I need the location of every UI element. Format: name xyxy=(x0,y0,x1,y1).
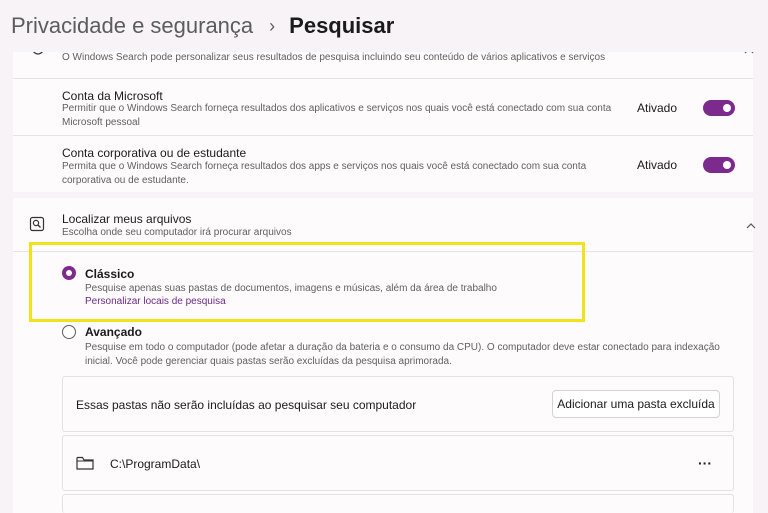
top-card-description: O Windows Search pode personalizar seus … xyxy=(62,52,606,63)
microsoft-account-toggle[interactable] xyxy=(703,100,735,116)
page-title: Pesquisar xyxy=(289,13,395,38)
breadcrumb: Privacidade e segurança › Pesquisar xyxy=(0,0,768,52)
folder-icon xyxy=(76,456,94,470)
breadcrumb-parent[interactable]: Privacidade e segurança xyxy=(11,13,253,39)
search-settings-icon xyxy=(29,216,45,232)
find-files-title: Localizar meus arquivos xyxy=(62,212,192,226)
work-account-state: Ativado xyxy=(637,158,678,172)
microsoft-account-state: Ativado xyxy=(637,101,678,115)
work-account-toggle[interactable] xyxy=(703,157,735,173)
advanced-desc-2: inicial. Você pode gerenciar quais pasta… xyxy=(85,356,452,367)
advanced-label[interactable]: Avançado xyxy=(85,325,142,339)
excluded-folder-row xyxy=(62,494,734,513)
work-account-desc-1: Permita que o Windows Search forneça res… xyxy=(62,161,587,172)
folder-path: C:\ProgramData\ xyxy=(110,457,201,471)
highlight-box xyxy=(29,242,585,322)
advanced-desc-1: Pesquise em todo o computador (pode afet… xyxy=(85,342,720,353)
work-account-title: Conta corporativa ou de estudante xyxy=(62,146,247,160)
microsoft-account-desc-1: Permitir que o Windows Search forneça re… xyxy=(62,103,612,114)
add-excluded-folder-button[interactable]: Adicionar uma pasta excluída xyxy=(552,390,720,418)
advanced-radio[interactable] xyxy=(62,325,76,339)
chevron-right-icon: › xyxy=(269,15,276,36)
more-icon[interactable]: ··· xyxy=(698,455,712,471)
excluded-folders-text: Essas pastas não serão incluídas ao pesq… xyxy=(76,398,417,412)
microsoft-account-title: Conta da Microsoft xyxy=(62,89,163,103)
chevron-up-icon[interactable] xyxy=(746,221,756,229)
find-files-subtitle: Escolha onde seu computador irá procurar… xyxy=(62,227,292,238)
microsoft-account-desc-2: Microsoft pessoal xyxy=(62,117,140,128)
work-account-desc-2: corporativa ou de estudante. xyxy=(62,175,189,186)
